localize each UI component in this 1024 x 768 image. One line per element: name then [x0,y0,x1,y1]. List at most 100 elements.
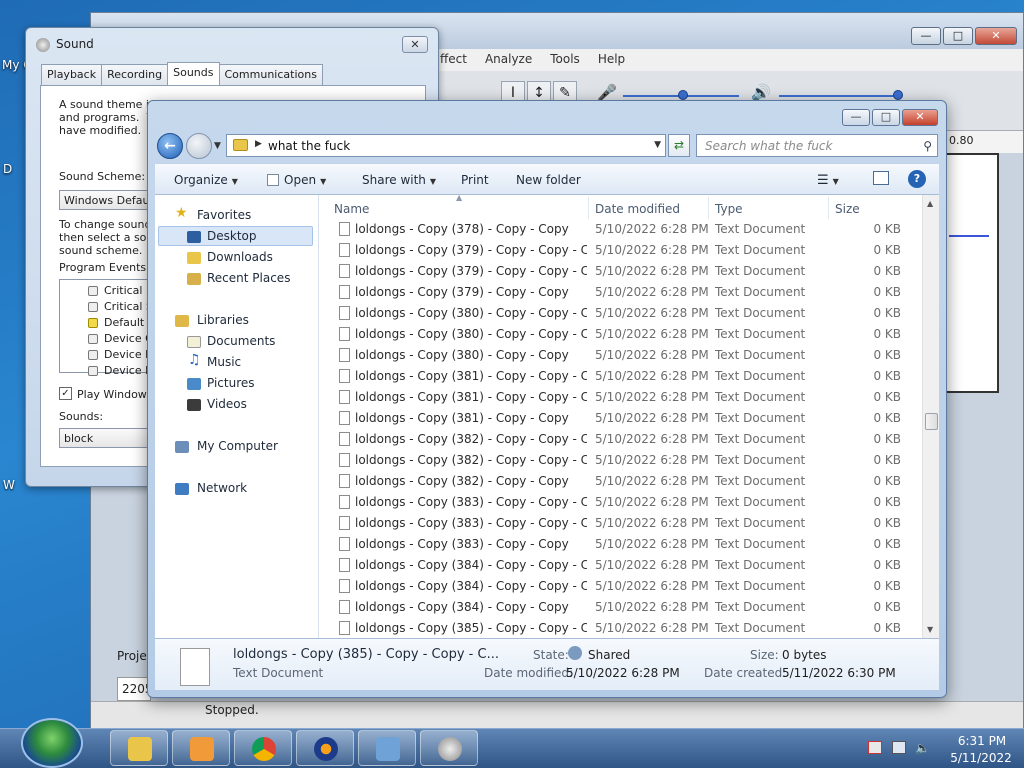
column-separator[interactable] [588,197,589,219]
list-item[interactable]: Critical S [104,300,153,313]
view-options-icon[interactable]: ☰ ▼ [817,173,839,188]
table-row[interactable]: loldongs - Copy (379) - Copy - Copy 5/10/… [321,281,916,302]
open-button[interactable]: Open ▼ [267,173,326,187]
nav-downloads[interactable]: Downloads [207,250,273,264]
chevron-down-icon[interactable]: ▼ [214,141,221,151]
start-button[interactable] [21,718,83,768]
play-windows-checkbox[interactable]: ✓ [59,387,72,400]
nav-my-computer[interactable]: My Computer [197,439,278,453]
refresh-icon[interactable]: ⇄ [668,134,690,157]
nav-libraries[interactable]: Libraries [197,313,249,327]
back-arrow-icon[interactable]: ← [157,133,183,159]
table-row[interactable]: loldongs - Copy (383) - Copy - Copy - C.… [321,512,916,533]
chevron-down-icon[interactable]: ▼ [654,140,661,150]
nav-videos[interactable]: Videos [207,397,247,411]
scroll-up-icon[interactable]: ▲ [927,199,933,208]
desktop-icon-label[interactable]: D [3,162,12,176]
close-icon[interactable]: ✕ [975,27,1017,45]
table-row[interactable]: loldongs - Copy (380) - Copy - Copy 5/10/… [321,344,916,365]
taskbar-audacity-button[interactable] [296,730,354,766]
volume-icon[interactable]: 🔈 [915,741,930,755]
minimize-icon[interactable]: — [911,27,941,45]
tab-recording[interactable]: Recording [101,64,169,87]
nav-favorites[interactable]: Favorites [197,208,251,222]
nav-documents[interactable]: Documents [207,334,275,348]
maximize-icon[interactable]: □ [943,27,973,45]
breadcrumb[interactable]: what the fuck [268,139,350,153]
playback-volume-knob[interactable] [893,90,903,100]
close-icon[interactable]: ✕ [402,36,428,53]
nav-music[interactable]: Music [207,355,241,369]
nav-desktop[interactable]: Desktop [207,229,257,243]
forward-arrow-icon[interactable] [186,133,212,159]
list-item[interactable]: Device C [104,332,153,345]
taskbar-explorer-button[interactable] [110,730,168,766]
table-row[interactable]: loldongs - Copy (380) - Copy - Copy - C.… [321,302,916,323]
menu-help[interactable]: Help [589,49,634,71]
table-row[interactable]: loldongs - Copy (382) - Copy - Copy - C.… [321,428,916,449]
menu-tools[interactable]: Tools [541,49,589,71]
nav-recent-places[interactable]: Recent Places [207,271,290,285]
table-row[interactable]: loldongs - Copy (381) - Copy - Copy - C.… [321,386,916,407]
new-folder-button[interactable]: New folder [516,173,581,187]
tab-playback[interactable]: Playback [41,64,103,87]
table-row[interactable]: loldongs - Copy (385) - Copy - Copy - C.… [321,617,916,638]
clock-date[interactable]: 5/11/2022 [946,751,1016,765]
table-row[interactable]: loldongs - Copy (384) - Copy - Copy 5/10/… [321,596,916,617]
menu-analyze[interactable]: Analyze [476,49,541,71]
timeline-ruler[interactable]: 0.80 [943,131,1023,153]
tab-sounds[interactable]: Sounds [167,62,220,85]
table-row[interactable]: loldongs - Copy (381) - Copy - Copy - C.… [321,365,916,386]
minimize-icon[interactable]: — [842,109,870,126]
taskbar-control-panel-button[interactable] [358,730,416,766]
audio-track[interactable] [941,153,999,393]
nav-network[interactable]: Network [197,481,247,495]
scrollbar-thumb[interactable] [925,413,938,430]
table-row[interactable]: loldongs - Copy (381) - Copy - Copy 5/10/… [321,407,916,428]
table-row[interactable]: loldongs - Copy (382) - Copy - Copy - C.… [321,449,916,470]
column-separator[interactable] [828,197,829,219]
column-header-name[interactable]: Name [334,202,369,216]
address-bar[interactable]: ▶ what the fuck ▼ [226,134,666,157]
breadcrumb-arrow-icon[interactable]: ▶ [255,139,262,149]
taskbar-chrome-button[interactable] [234,730,292,766]
tab-communications[interactable]: Communications [218,64,323,87]
table-row[interactable]: loldongs - Copy (382) - Copy - Copy 5/10/… [321,470,916,491]
table-row[interactable]: loldongs - Copy (383) - Copy - Copy - C.… [321,491,916,512]
help-icon[interactable]: ? [908,170,926,188]
size-cell: 0 KB [873,558,901,572]
nav-pictures[interactable]: Pictures [207,376,255,390]
date-modified-cell: 5/10/2022 6:28 PM [595,243,709,257]
taskbar-sound-button[interactable] [420,730,478,766]
print-button[interactable]: Print [461,173,489,187]
table-row[interactable]: loldongs - Copy (379) - Copy - Copy - C.… [321,260,916,281]
column-separator[interactable] [708,197,709,219]
column-header-type[interactable]: Type [715,202,743,216]
table-row[interactable]: loldongs - Copy (384) - Copy - Copy - C.… [321,575,916,596]
column-header-date-modified[interactable]: Date modified [595,202,680,216]
desktop-icon-label[interactable]: W [3,478,15,492]
table-row[interactable]: loldongs - Copy (380) - Copy - Copy - C.… [321,323,916,344]
vertical-scrollbar[interactable]: ▲ ▼ [922,195,939,638]
organize-button[interactable]: Organize ▼ [174,173,238,187]
taskbar-media-player-button[interactable] [172,730,230,766]
table-row[interactable]: loldongs - Copy (378) - Copy - Copy 5/10/… [321,218,916,239]
close-icon[interactable]: ✕ [902,109,938,126]
action-center-icon[interactable] [868,741,882,754]
table-row[interactable]: loldongs - Copy (383) - Copy - Copy 5/10/… [321,533,916,554]
scroll-down-icon[interactable]: ▼ [927,625,933,634]
maximize-icon[interactable]: □ [872,109,900,126]
share-with-button[interactable]: Share with ▼ [362,173,436,187]
recording-volume-knob[interactable] [678,90,688,100]
playback-volume-slider[interactable] [779,95,899,97]
column-header-size[interactable]: Size [835,202,860,216]
table-row[interactable]: loldongs - Copy (384) - Copy - Copy - C.… [321,554,916,575]
search-input[interactable]: Search what the fuck ⚲ [696,134,938,157]
network-icon[interactable] [892,741,906,754]
table-row[interactable]: loldongs - Copy (379) - Copy - Copy - C.… [321,239,916,260]
project-rate-field[interactable]: 2205 [117,677,153,701]
clock-time[interactable]: 6:31 PM [952,734,1012,748]
preview-pane-icon[interactable] [873,171,889,185]
file-list[interactable]: ▲ Name Date modified Type Size loldongs … [321,193,939,638]
search-icon[interactable]: ⚲ [923,139,932,153]
